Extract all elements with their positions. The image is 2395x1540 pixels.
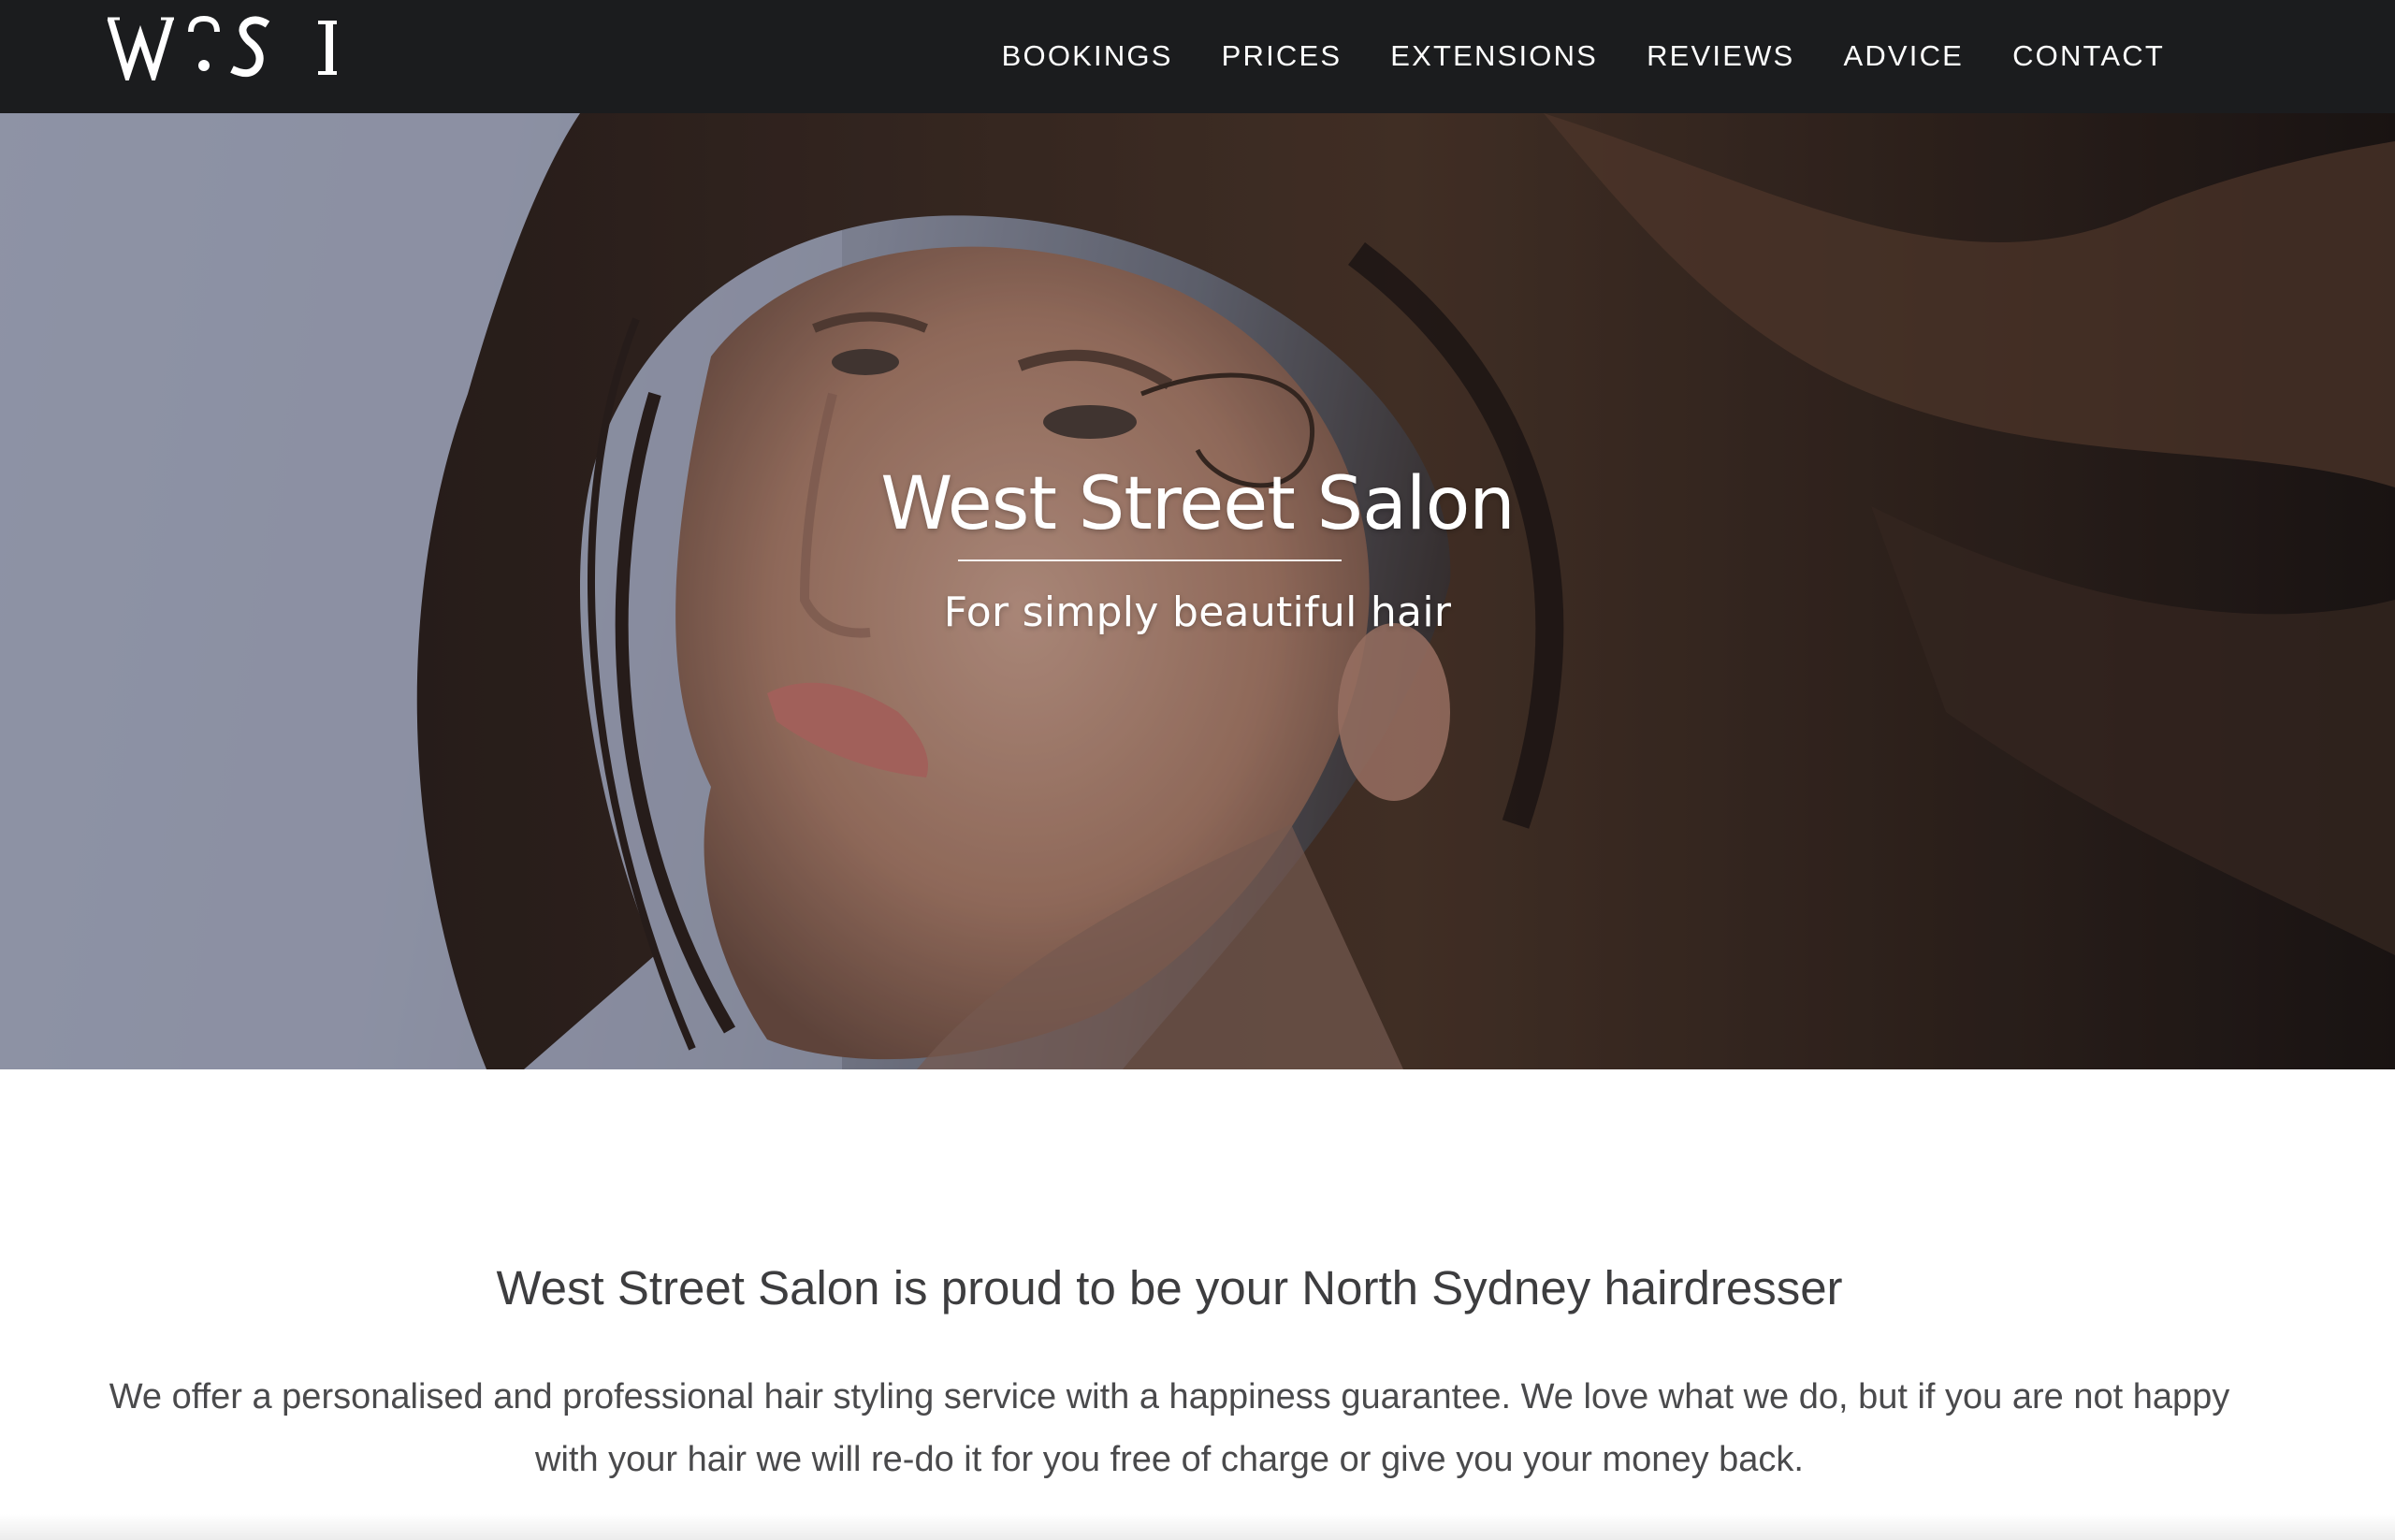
page-bottom-edge (0, 1514, 2395, 1540)
hero-divider (958, 559, 1342, 561)
main-nav: BOOKINGS PRICES EXTENSIONS REVIEWS ADVIC… (953, 0, 2165, 113)
west-logo[interactable] (107, 4, 350, 80)
hero-title: West Street Salon (880, 462, 1516, 546)
site-header: BOOKINGS PRICES EXTENSIONS REVIEWS ADVIC… (0, 0, 2395, 113)
nav-reviews[interactable]: REVIEWS (1647, 41, 1794, 72)
nav-extensions[interactable]: EXTENSIONS (1390, 41, 1598, 72)
nav-contact[interactable]: CONTACT (2012, 41, 2165, 72)
nav-bookings[interactable]: BOOKINGS (1002, 41, 1173, 72)
hero-banner: West Street Salon For simply beautiful h… (0, 113, 2395, 1069)
intro-heading: West Street Salon is proud to be your No… (496, 1261, 1843, 1315)
nav-advice[interactable]: ADVICE (1843, 41, 1964, 72)
nav-prices[interactable]: PRICES (1222, 41, 1343, 72)
logo-icon (107, 15, 337, 80)
intro-body: We offer a personalised and professional… (109, 1377, 2230, 1479)
hero-subtitle: For simply beautiful hair (943, 588, 1452, 636)
